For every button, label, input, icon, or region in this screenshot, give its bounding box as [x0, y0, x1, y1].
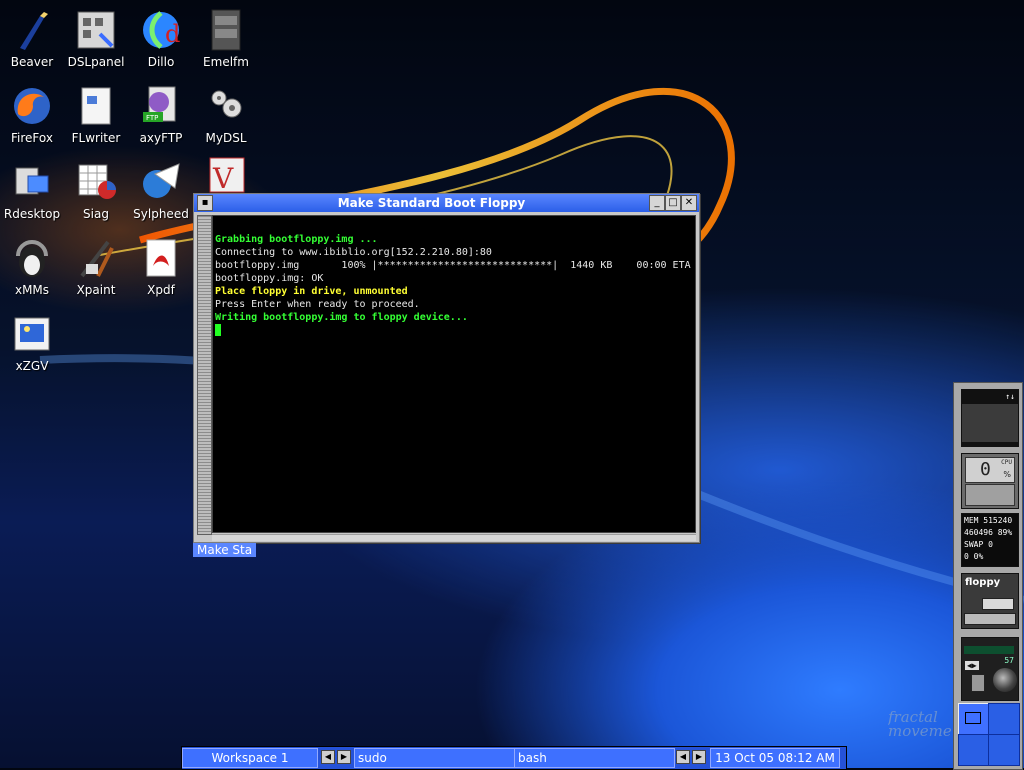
taskbar-left-arrow[interactable]: ◀: [676, 750, 690, 764]
desktop-icon-mydsl[interactable]: MyDSL: [188, 84, 264, 145]
svg-text:V: V: [212, 162, 234, 194]
terminal-cursor: [215, 324, 221, 336]
xmms-icon: [10, 236, 54, 280]
mydsl-icon: [204, 84, 248, 128]
terminal-scrollbar[interactable]: [197, 215, 212, 535]
system-monitor-dock: ↑↓ CPU 0 % MEM 515240 460496 89% SWAP 0 …: [953, 382, 1023, 770]
taskbar-left-arrow[interactable]: ◀: [321, 750, 335, 764]
desktop-icon-label: MyDSL: [205, 131, 247, 145]
volume-arrows[interactable]: ◀▶: [965, 661, 979, 670]
close-button[interactable]: ✕: [681, 195, 697, 211]
desktop-icon-label: Xpdf: [147, 283, 175, 297]
terminal-line: Writing bootfloppy.img to floppy device.…: [215, 312, 468, 323]
window-title: Make Standard Boot Floppy: [337, 196, 526, 210]
task-sudo[interactable]: sudo: [354, 748, 515, 768]
cpu-monitor: CPU 0 %: [961, 453, 1019, 509]
minimize-button[interactable]: _: [649, 195, 665, 211]
dillo-icon: d: [139, 8, 183, 52]
terminal-line: Grabbing bootfloppy.img ...: [215, 234, 378, 245]
cpu-label: CPU: [1001, 459, 1012, 466]
swap-value: 0: [988, 540, 993, 549]
mem-value: 515240: [983, 516, 1013, 525]
terminal-output[interactable]: Grabbing bootfloppy.img ... Connecting t…: [212, 215, 696, 533]
siag-icon: [74, 160, 118, 204]
workspace-2[interactable]: [988, 703, 1020, 735]
taskbar-right-arrow[interactable]: ▶: [337, 750, 351, 764]
swap-used: 0: [964, 552, 969, 561]
floppy-label: floppy: [965, 577, 1001, 588]
task-bash[interactable]: bash: [514, 748, 675, 768]
taskbar: Workspace 1 ◀ ▶ sudo bash ◀ ▶ 13 Oct 05 …: [181, 746, 847, 770]
boot-floppy-window: ▪ Make Standard Boot Floppy _ □ ✕ Grabbi…: [193, 193, 700, 543]
terminal-line: bootfloppy.img: OK: [215, 273, 324, 284]
desktop-icon-label: Sylpheed: [133, 207, 189, 221]
terminal-line: bootfloppy.img 100% |*******************…: [215, 260, 691, 271]
sylpheed-icon: [139, 160, 183, 204]
beaver-icon: [10, 8, 54, 52]
window-titlebar[interactable]: ▪ Make Standard Boot Floppy _ □ ✕: [194, 194, 699, 212]
volume-mixer[interactable]: 57 ◀▶: [961, 637, 1019, 701]
swap-pct: 0%: [973, 552, 984, 561]
memory-monitor: MEM 515240 460496 89% SWAP 0 0 0%: [961, 513, 1019, 567]
volume-knob[interactable]: [993, 668, 1017, 692]
workspace-4[interactable]: [988, 734, 1020, 766]
rdesktop-icon: [10, 160, 54, 204]
xzgv-icon: [10, 312, 54, 356]
taskbar-right-arrow[interactable]: ▶: [692, 750, 706, 764]
firefox-icon: [10, 84, 54, 128]
terminal-line: Press Enter when ready to proceed.: [215, 299, 420, 310]
desktop-icon-emelfm[interactable]: Emelfm: [188, 8, 264, 69]
floppy-monitor[interactable]: floppy: [961, 573, 1019, 629]
window-menu-button[interactable]: ▪: [197, 195, 213, 211]
workspace-1[interactable]: [958, 703, 990, 735]
emelfm-icon: [204, 8, 248, 52]
window-bottom-border: [212, 534, 696, 541]
axyftp-icon: FTP: [139, 84, 183, 128]
terminal-line: Connecting to www.ibiblio.org[152.2.210.…: [215, 247, 492, 258]
mem-label: MEM: [964, 516, 979, 525]
workspace-3[interactable]: [958, 734, 990, 766]
terminal-line: Place floppy in drive, unmounted: [215, 286, 408, 297]
mem-used: 460496: [964, 528, 993, 537]
maximize-button[interactable]: □: [665, 195, 681, 211]
dslpanel-icon: [74, 8, 118, 52]
svg-text:d: d: [165, 20, 180, 48]
window-mini-tab[interactable]: Make Sta: [193, 543, 257, 557]
desktop-icon-label: xZGV: [15, 359, 49, 373]
volume-value: 57: [1004, 656, 1014, 665]
flwriter-icon: [74, 84, 118, 128]
desktop-icon-label: Emelfm: [203, 55, 249, 69]
xpdf-icon: [139, 236, 183, 280]
workspace-button[interactable]: Workspace 1: [182, 748, 318, 768]
svg-text:FTP: FTP: [146, 114, 158, 122]
xpaint-icon: [74, 236, 118, 280]
desktop-icon-xzgv[interactable]: xZGV: [0, 312, 70, 373]
network-monitor: ↑↓: [961, 389, 1019, 447]
swap-label: SWAP: [964, 540, 984, 549]
clock: 13 Oct 05 08:12 AM: [710, 748, 840, 768]
desktop-icon-xpdf[interactable]: Xpdf: [123, 236, 199, 297]
cpu-unit: %: [1003, 470, 1011, 479]
cpu-value: 0: [980, 459, 991, 480]
mem-pct: 89%: [997, 528, 1013, 537]
brand-watermark: fractal movement: [888, 710, 952, 738]
